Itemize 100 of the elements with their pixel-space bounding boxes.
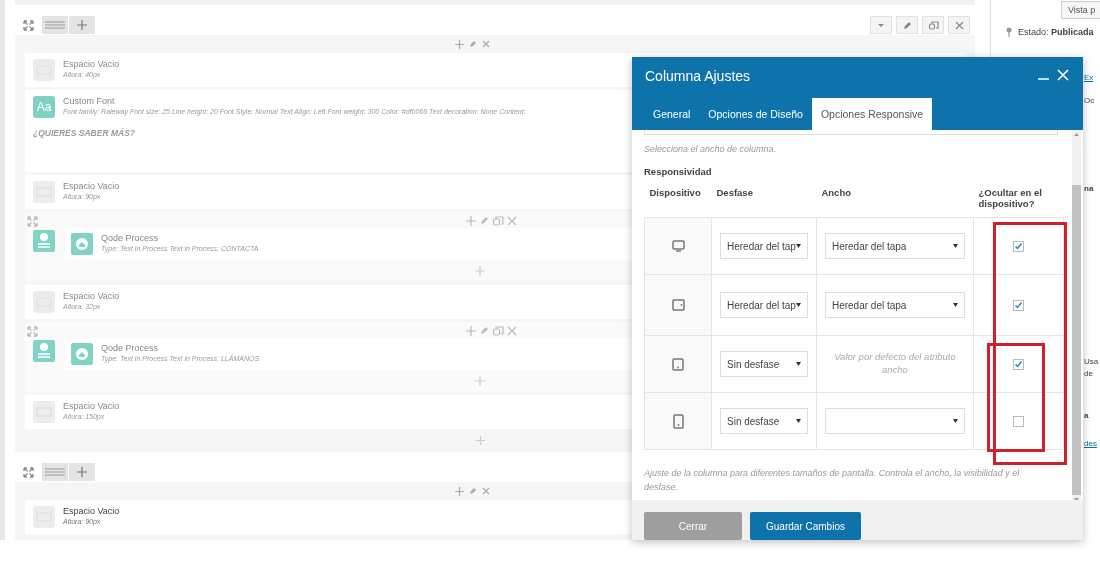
placeholder-icon [33,291,55,313]
element-title: Custom Font [63,96,116,106]
pencil-icon[interactable] [479,215,490,226]
placeholder-icon [33,401,55,423]
select-field[interactable]: Heredar del tap [720,233,808,259]
hint-text: Selecciona el ancho de columna. [644,144,778,154]
monitor-icon [671,240,685,252]
pencil-icon[interactable] [468,486,478,496]
sort-handle[interactable] [42,463,68,481]
caret-icon [795,419,801,423]
close-icon[interactable] [481,486,491,496]
checkbox[interactable] [1013,299,1024,311]
scrollbar[interactable] [1072,130,1081,500]
plus-icon[interactable] [474,434,486,446]
caret-icon [795,362,801,366]
tablet-icon [671,299,685,311]
element-title: Qode Process [101,233,160,243]
caret-icon [953,419,958,423]
pin-icon [1006,27,1012,37]
placeholder-icon [33,181,55,203]
expand-icon[interactable] [27,215,38,227]
caret-icon [795,303,801,307]
placeholder-icon [33,59,55,81]
plus-icon[interactable] [465,215,477,227]
pencil-icon[interactable] [479,325,490,336]
expand-icon[interactable] [22,466,34,478]
delete-button[interactable] [948,16,970,34]
expand-icon[interactable] [27,325,38,337]
tab[interactable]: Opciones Responsive [811,98,933,130]
caret-icon [953,303,958,307]
plus-icon[interactable] [76,466,88,478]
caret-icon[interactable] [877,21,885,29]
process-icon [33,340,55,362]
add-button[interactable] [69,16,95,34]
sort-handle[interactable] [42,16,68,34]
dialog-title: Columna Ajustes [645,68,751,84]
plus-icon[interactable] [454,38,465,50]
placeholder-icon [33,506,55,528]
tab[interactable]: General [644,98,700,130]
checkbox[interactable] [1013,415,1024,427]
select-field[interactable]: Sin desfase [720,408,808,434]
element-title: Espacio Vacio [63,506,120,516]
sidebar-text: Oc [1084,96,1096,105]
column-header: Dispositivo [644,182,712,218]
preview-button[interactable]: Vista p [1061,1,1100,19]
select-field[interactable]: Heredar del tapa [824,233,965,259]
checkbox[interactable] [1013,358,1024,370]
duplicate-icon[interactable] [492,325,504,337]
pencil-icon[interactable] [468,39,478,49]
add-button[interactable] [69,463,95,481]
status-text: Estado: Publicada [1018,27,1094,37]
content-preview: ¿QUIERES SABER MÁS? [33,128,136,138]
process-icon [71,343,93,365]
plus-icon[interactable] [474,375,486,387]
select-field[interactable]: Sin desfase [720,351,808,377]
help-text: Ajuste de la columna para diferentes tamaños de pantalla. Controla el ancho, la visibilidad y el desfase. [644,467,1021,494]
duplicate-icon[interactable] [927,19,939,31]
expand-icon[interactable] [22,19,34,31]
process-icon [71,233,93,255]
sidebar-text: a [1084,411,1090,420]
plus-icon[interactable] [76,19,88,31]
close-icon[interactable] [953,19,965,31]
close-icon[interactable] [481,39,491,49]
font-icon: Aa [33,96,55,118]
duplicate-icon[interactable] [492,215,504,227]
menu-icon[interactable] [44,20,66,30]
duplicate-button[interactable] [922,16,944,34]
plus-icon[interactable] [465,325,477,337]
link[interactable]: Ex [1084,73,1100,82]
select-field[interactable] [824,408,965,434]
select-field[interactable]: Heredar del tap [720,292,808,318]
element-title: Qode Process [101,343,160,353]
element-title: Espacio Vacio [63,291,120,301]
checkbox[interactable] [1013,240,1024,252]
edit-button[interactable] [896,16,918,34]
section-label: Responsividad [644,166,713,177]
column-header: ¿Ocultar en el dispositivo? [973,182,1064,218]
phone-icon [672,413,684,429]
dropdown-button[interactable] [870,16,892,34]
plus-icon[interactable] [474,265,486,277]
select-field[interactable]: Heredar del tapa [824,292,965,318]
plus-icon[interactable] [454,485,465,497]
element-title: Espacio Vacio [63,59,120,69]
sidebar-text: Usa [1084,357,1100,366]
sidebar-text: de [1084,369,1094,378]
link[interactable]: des [1084,439,1100,448]
caret-icon [953,244,958,248]
element-title: Espacio Vacio [63,181,120,191]
tablet-icon [672,357,684,371]
caret-icon [795,244,801,248]
element-title: Espacio Vacio [63,401,120,411]
sidebar-text: na [1084,184,1095,193]
process-icon [33,230,55,252]
column-header: Desfase [711,182,817,218]
menu-icon[interactable] [44,467,66,477]
tab[interactable]: Opciones de Diseño [699,98,812,130]
pencil-icon[interactable] [901,19,913,31]
save-button[interactable]: Guardar Cambios [750,512,861,540]
default-note: Valor por defecto del atributo ancho [833,351,957,377]
column-header: Ancho [816,182,974,218]
